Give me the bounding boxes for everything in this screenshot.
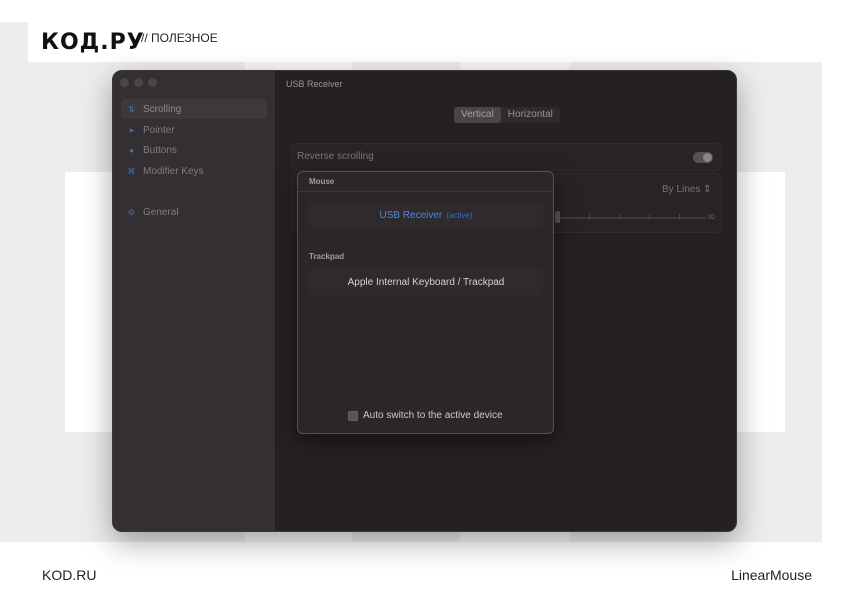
slider-tick bbox=[649, 214, 650, 220]
close-window-button[interactable] bbox=[120, 78, 129, 87]
sidebar-item-general[interactable]: ⚙ General bbox=[121, 202, 267, 222]
scroll-arrows-icon: ⇅ bbox=[128, 104, 135, 114]
auto-switch-row[interactable]: Auto switch to the active device bbox=[348, 410, 503, 421]
sidebar-item-label: Buttons bbox=[143, 144, 177, 156]
chevron-updown-icon: ⇕ bbox=[703, 184, 712, 195]
footer-site-name: KOD.RU bbox=[42, 567, 97, 583]
footer-bar bbox=[0, 542, 850, 605]
device-usb-receiver[interactable]: USB Receiver (active) bbox=[309, 202, 543, 228]
scroll-mode-value: By Lines bbox=[662, 184, 701, 195]
trackpad-section-header: Trackpad bbox=[309, 252, 345, 261]
reverse-scrolling-row: Reverse scrolling bbox=[291, 143, 722, 171]
sidebar-item-label: Pointer bbox=[143, 124, 175, 136]
slider-max-label: 10 bbox=[707, 214, 715, 221]
reverse-scrolling-toggle[interactable] bbox=[693, 152, 713, 163]
auto-switch-checkbox[interactable] bbox=[348, 410, 358, 421]
direction-segmented-control: Vertical Horizontal bbox=[454, 107, 560, 123]
pointer-icon: ➤ bbox=[128, 125, 135, 135]
device-picker-popover: Mouse USB Receiver (active) Trackpad App… bbox=[297, 171, 554, 434]
mouse-section-header: Mouse bbox=[309, 177, 335, 186]
segment-vertical[interactable]: Vertical bbox=[454, 107, 501, 123]
buttons-icon: ● bbox=[129, 145, 134, 155]
sidebar-item-modifier-keys[interactable]: ⌘ Modifier Keys bbox=[121, 161, 267, 181]
scroll-mode-select[interactable]: By Lines ⇕ bbox=[662, 184, 712, 195]
device-name: USB Receiver bbox=[379, 209, 443, 221]
sidebar-item-buttons[interactable]: ● Buttons bbox=[121, 140, 267, 160]
zoom-window-button[interactable] bbox=[148, 78, 157, 87]
sidebar-item-label: Modifier Keys bbox=[143, 165, 204, 177]
gear-icon: ⚙ bbox=[127, 207, 136, 217]
device-apple-trackpad[interactable]: Apple Internal Keyboard / Trackpad bbox=[309, 269, 543, 295]
sidebar-item-pointer[interactable]: ➤ Pointer bbox=[121, 120, 267, 140]
app-window: USB Receiver ⇅ Scrolling ➤ Pointer ● But… bbox=[112, 70, 737, 532]
slider-tick bbox=[589, 214, 590, 220]
reverse-scrolling-label: Reverse scrolling bbox=[297, 151, 374, 162]
minimize-window-button[interactable] bbox=[134, 78, 143, 87]
divider bbox=[298, 191, 553, 192]
scroll-speed-slider[interactable] bbox=[556, 217, 706, 219]
segment-horizontal[interactable]: Horizontal bbox=[501, 107, 560, 123]
background-left-strip bbox=[0, 22, 28, 562]
sidebar-item-label: General bbox=[143, 206, 179, 218]
slider-tick bbox=[619, 214, 620, 220]
command-key-icon: ⌘ bbox=[127, 166, 136, 176]
site-logo[interactable]: КОД.РУ bbox=[41, 30, 145, 55]
active-badge: (active) bbox=[446, 210, 473, 220]
footer-app-name: LinearMouse bbox=[731, 567, 812, 583]
slider-thumb[interactable] bbox=[555, 211, 560, 223]
auto-switch-label: Auto switch to the active device bbox=[363, 410, 503, 421]
sidebar-item-scrolling[interactable]: ⇅ Scrolling bbox=[121, 99, 267, 119]
window-title: USB Receiver bbox=[286, 79, 343, 89]
slider-tick bbox=[679, 214, 680, 220]
device-name: Apple Internal Keyboard / Trackpad bbox=[347, 276, 505, 288]
header-tagline: // ПОЛЕЗНОЕ bbox=[141, 31, 218, 45]
sidebar-item-label: Scrolling bbox=[143, 103, 182, 115]
